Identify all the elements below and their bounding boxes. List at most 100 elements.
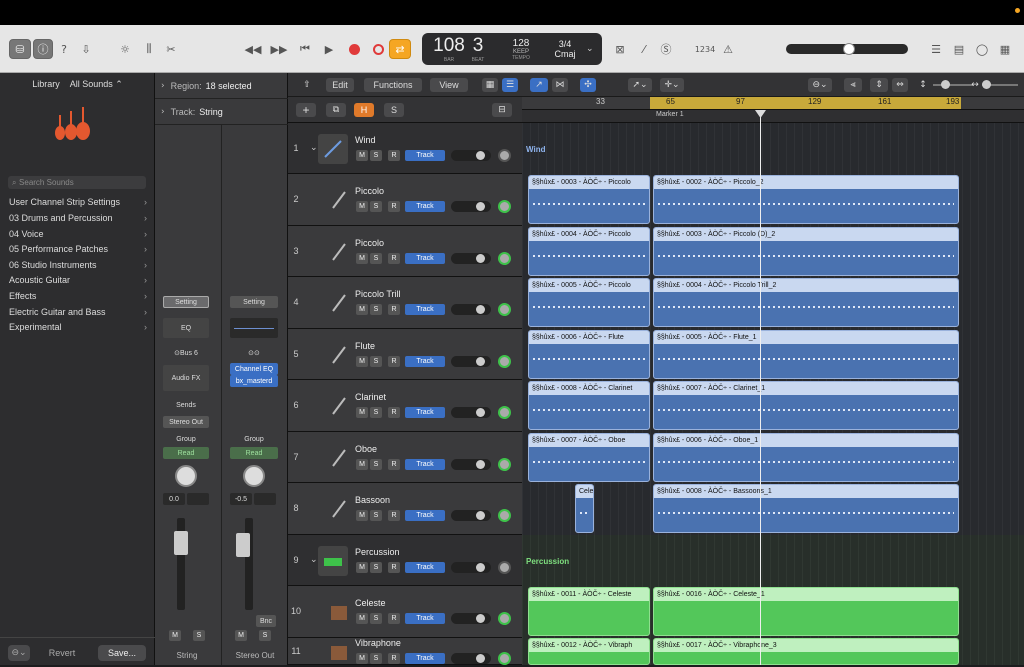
record-enable-button[interactable]: R xyxy=(388,355,400,367)
track-volume-slider[interactable] xyxy=(451,304,491,315)
track-inspector-header[interactable]: › Track: String xyxy=(155,99,288,125)
solo-button[interactable]: S xyxy=(370,355,382,367)
wind-folder-icon[interactable] xyxy=(318,133,348,164)
track-volume-slider[interactable] xyxy=(451,252,491,264)
record-enable-button[interactable]: R xyxy=(388,201,400,212)
track-volume-slider[interactable] xyxy=(451,149,491,161)
track-name[interactable]: Oboe xyxy=(355,444,377,454)
brightness-icon[interactable]: ☼ xyxy=(116,39,134,59)
save-button[interactable]: Save... xyxy=(98,645,146,661)
left-eq-button[interactable]: EQ xyxy=(163,318,209,338)
loop-browser-icon[interactable]: ◯ xyxy=(974,39,990,59)
mute-button[interactable]: M xyxy=(356,652,368,664)
track-pan-knob[interactable] xyxy=(498,354,511,368)
mute-button[interactable]: M xyxy=(356,510,368,521)
mute-button[interactable]: M xyxy=(356,201,368,212)
right-fx-slot-1[interactable]: Channel EQ xyxy=(230,363,278,375)
track-name[interactable]: Percussion xyxy=(355,547,400,557)
library-item[interactable]: 04 Voice › xyxy=(9,227,149,241)
library-item[interactable]: Effects › xyxy=(9,289,149,303)
mute-button[interactable]: M xyxy=(356,355,368,367)
lcd-display[interactable]: 108 BAR 3 BEAT 128 KEEP TEMPO 3/4 Cmaj ⌄ xyxy=(422,33,602,65)
track-automation-button[interactable]: Track xyxy=(405,149,445,161)
metronome-icon[interactable]: ⚠ xyxy=(720,39,736,59)
solo-button[interactable]: S xyxy=(370,510,382,521)
region[interactable]: §§hûx£ - 0005 - ÀÒČ÷ - Flute_1 xyxy=(653,330,959,379)
track-name[interactable]: Bassoon xyxy=(355,495,390,505)
region[interactable]: §§hûx£ - 0005 - ÀÒČ÷ - Piccolo xyxy=(528,278,650,327)
track-header[interactable]: 2 Piccolo M S R Track xyxy=(288,174,522,226)
pointer-tool-icon[interactable]: ➚⌄ xyxy=(628,78,652,92)
region[interactable]: §§hûx£ - 0012 - ÀÒČ÷ - Vibraph xyxy=(528,638,650,665)
region[interactable]: §§hûx£ - 0002 - ÀÒČ÷ - Piccolo_2 xyxy=(653,175,959,224)
keyboard-instrument-icon[interactable] xyxy=(324,597,354,627)
rewind-icon[interactable]: ◀◀ xyxy=(244,39,262,59)
horizontal-fit-icon[interactable]: ⇔ xyxy=(892,78,908,92)
revert-button[interactable]: Revert xyxy=(40,645,84,661)
track-name[interactable]: Vibraphone xyxy=(355,638,401,648)
track-pan-knob[interactable] xyxy=(498,200,511,213)
track-volume-slider[interactable] xyxy=(451,510,491,521)
left-output-slot[interactable]: Stereo Out xyxy=(163,416,209,428)
left-automation-read[interactable]: Read xyxy=(163,447,209,459)
flex-icon[interactable]: ⋈ xyxy=(552,78,568,92)
snap-icon[interactable]: ✣ xyxy=(580,78,596,92)
left-mute-button[interactable]: M xyxy=(169,630,181,641)
region[interactable]: Cele xyxy=(575,484,594,533)
cycle-range[interactable] xyxy=(650,97,961,109)
record-enable-button[interactable]: R xyxy=(388,613,400,624)
functions-menu[interactable]: Functions xyxy=(364,78,422,92)
track-volume-slider[interactable] xyxy=(451,201,491,212)
track-header[interactable]: 6 Clarinet M S R Track xyxy=(288,380,522,432)
solo-button[interactable]: S xyxy=(370,149,382,161)
region[interactable]: §§hûx£ - 0003 - ÀÒČ÷ - Piccolo (D)_2 xyxy=(653,227,959,276)
left-pan-knob[interactable] xyxy=(175,465,197,487)
solo-icon[interactable]: Ⓢ xyxy=(658,39,674,59)
record-enable-button[interactable]: R xyxy=(388,407,400,418)
duplicate-track-icon[interactable]: ⧉ xyxy=(326,103,346,117)
list-view-icon[interactable]: ☰ xyxy=(502,78,518,92)
horizontal-zoom-slider[interactable] xyxy=(982,80,1018,89)
mute-button[interactable]: M xyxy=(356,149,368,161)
record-enable-button[interactable]: R xyxy=(388,510,400,521)
right-group-slot[interactable]: Group xyxy=(230,433,278,445)
library-item[interactable]: 05 Performance Patches › xyxy=(9,242,149,256)
hide-button[interactable]: H xyxy=(354,103,374,117)
track-header[interactable]: 4 Piccolo Trill M S R Track xyxy=(288,277,522,329)
track-volume-slider[interactable] xyxy=(451,407,491,418)
region[interactable]: §§hûx£ - 0017 - ÀÒČ÷ - Vibraphone_3 xyxy=(653,638,959,665)
track-name[interactable]: Wind xyxy=(355,135,376,145)
region[interactable]: §§hûx£ - 0007 - ÀÒČ÷ - Clarinet_1 xyxy=(653,381,959,430)
woodwind-instrument-icon[interactable] xyxy=(324,443,354,473)
right-setting-button[interactable]: Setting xyxy=(230,296,278,308)
track-volume-slider[interactable] xyxy=(451,561,491,573)
track-volume-slider[interactable] xyxy=(451,652,491,664)
list-editor-icon[interactable]: ☰ xyxy=(928,39,944,59)
waveform-zoom-icon[interactable]: ⫷ xyxy=(844,78,862,92)
solo-button[interactable]: S xyxy=(370,561,382,573)
track-automation-button[interactable]: Track xyxy=(405,355,445,367)
global-tracks-icon[interactable]: ⊟ xyxy=(492,103,512,117)
replace-icon[interactable]: ⊠ xyxy=(612,39,628,59)
mute-button[interactable]: M xyxy=(356,252,368,264)
bar-ruler[interactable]: 33 65 97 129 161 193 xyxy=(522,97,1024,110)
count-in[interactable]: 1234 xyxy=(694,39,716,59)
track-header[interactable]: 7 Oboe M S R Track xyxy=(288,432,522,483)
right-mute-button[interactable]: M xyxy=(235,630,247,641)
vertical-zoom-slider[interactable] xyxy=(933,80,973,89)
library-item[interactable]: Experimental › xyxy=(9,320,149,334)
woodwind-instrument-icon[interactable] xyxy=(324,391,354,421)
region[interactable]: §§hûx£ - 0004 - ÀÒČ÷ - Piccolo xyxy=(528,227,650,276)
solo-button[interactable]: S xyxy=(370,613,382,624)
track-pan-knob[interactable] xyxy=(498,406,511,419)
library-filter[interactable]: All Sounds ⌃ xyxy=(70,79,123,89)
inspector-toggle-icon[interactable]: ⓘ xyxy=(33,39,53,59)
record-enable-button[interactable]: R xyxy=(388,149,400,161)
woodwind-instrument-icon[interactable] xyxy=(324,237,354,267)
region[interactable]: §§hûx£ - 0008 - ÀÒČ÷ - Clarinet xyxy=(528,381,650,430)
region-inspector-header[interactable]: › Region: 18 selected xyxy=(155,73,288,99)
right-eq-display[interactable] xyxy=(230,318,278,338)
record-enable-button[interactable]: R xyxy=(388,304,400,315)
edit-menu[interactable]: Edit xyxy=(326,78,354,92)
track-automation-button[interactable]: Track xyxy=(405,201,445,212)
